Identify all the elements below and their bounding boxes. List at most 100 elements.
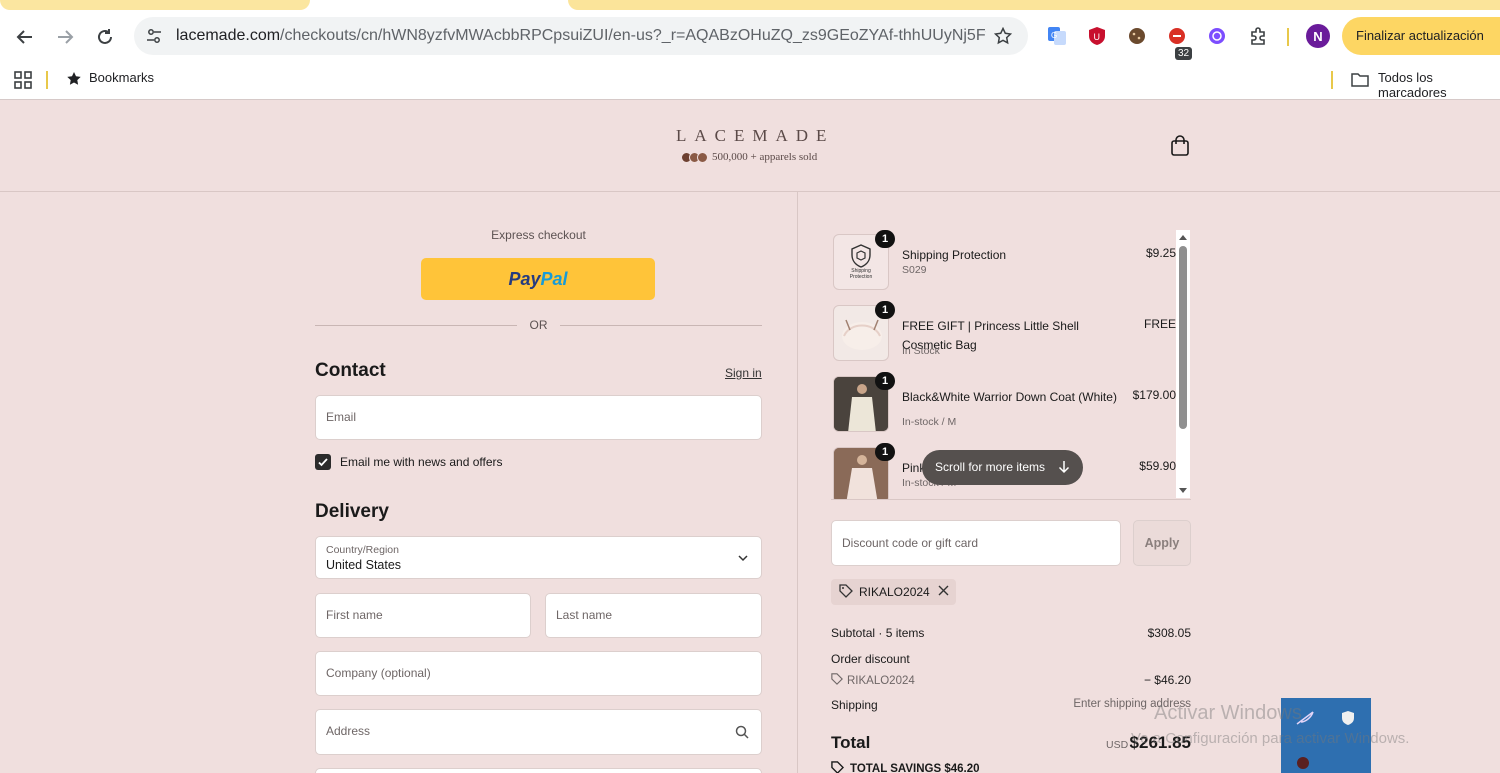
sign-in-link[interactable]: Sign in xyxy=(725,366,762,380)
paypal-pay-text: Pay xyxy=(508,268,541,289)
last-name-field[interactable]: Last name xyxy=(545,593,762,638)
all-bookmarks-label[interactable]: Todos los marcadores xyxy=(1378,70,1500,100)
country-select[interactable]: Country/Region United States xyxy=(315,536,762,579)
bookmarks-star-icon xyxy=(66,71,82,92)
paypal-button[interactable]: Pay Pal xyxy=(421,258,655,300)
address-field[interactable]: Address xyxy=(315,709,762,755)
folder-icon xyxy=(1351,72,1369,93)
bookmarks-separator-right xyxy=(1331,71,1333,89)
newsletter-checkbox[interactable] xyxy=(315,454,331,470)
browser-tab[interactable] xyxy=(0,0,310,10)
order-discount-label: Order discount xyxy=(831,652,910,666)
apps-grid-icon[interactable] xyxy=(14,71,32,94)
remove-code-close-icon[interactable] xyxy=(938,585,949,599)
store-logo[interactable]: LACEMADE xyxy=(676,126,834,146)
applied-code-text: RIKALO2024 xyxy=(859,585,930,599)
paypal-pal-text: Pal xyxy=(540,268,568,289)
email-field[interactable]: Email xyxy=(315,395,762,440)
windows-activation-title: Activar Windows xyxy=(1154,702,1302,724)
scroll-up-icon[interactable] xyxy=(1178,232,1188,242)
quantity-badge: 1 xyxy=(875,372,895,390)
country-label: Country/Region xyxy=(326,544,399,556)
bookmarks-bar: Bookmarks Todos los marcadores xyxy=(0,62,1500,100)
apply-discount-button[interactable]: Apply xyxy=(1133,520,1191,566)
address-placeholder: Address xyxy=(326,724,371,738)
search-icon xyxy=(735,725,749,744)
status-dot-icon xyxy=(1296,756,1310,773)
or-divider: OR xyxy=(315,318,762,332)
svg-text:U: U xyxy=(1094,32,1101,42)
discount-code-input[interactable]: Discount code or gift card xyxy=(831,520,1121,566)
express-checkout-label: Express checkout xyxy=(491,228,586,242)
toolbar-separator xyxy=(1287,28,1289,46)
adblock-extension-icon[interactable] xyxy=(1165,24,1189,48)
tag-icon xyxy=(831,673,843,688)
savings-text: TOTAL SAVINGS $46.20 xyxy=(850,763,980,773)
company-field[interactable]: Company (optional) xyxy=(315,651,762,696)
list-item: 1 Black&White Warrior Down Coat (White) … xyxy=(831,370,1176,434)
sold-text: 500,000 + apparels sold xyxy=(712,151,818,163)
item-price: FREE xyxy=(1143,317,1176,331)
discount-amount: − $46.20 xyxy=(1143,673,1191,687)
quantity-badge: 1 xyxy=(875,301,895,319)
last-name-placeholder: Last name xyxy=(556,608,613,622)
item-variant: In-stock / M xyxy=(902,416,957,428)
discount-placeholder: Discount code or gift card xyxy=(842,536,979,550)
chevron-down-icon xyxy=(737,551,749,569)
bookmark-star-icon[interactable] xyxy=(992,25,1014,47)
browser-tab-active[interactable] xyxy=(568,0,1500,10)
svg-text:G: G xyxy=(1051,31,1057,40)
scroll-hint-text: Scroll for more items xyxy=(935,460,1046,474)
order-discount-row: Order discount xyxy=(831,652,1191,666)
update-button[interactable]: Finalizar actualización xyxy=(1342,17,1500,55)
url-path: /checkouts/cn/hWN8yzfvMWAcbbRPCpsuiZUI/e… xyxy=(280,27,986,44)
scroll-down-icon[interactable] xyxy=(1178,486,1188,496)
translate-extension-icon[interactable]: G xyxy=(1045,24,1069,48)
tag-icon xyxy=(831,761,845,773)
tag-icon xyxy=(839,583,853,601)
shop-header: LACEMADE 500,000 + apparels sold xyxy=(0,100,1500,192)
items-scrollbar[interactable] xyxy=(1176,230,1190,498)
quantity-badge: 1 xyxy=(875,230,895,248)
customer-avatars xyxy=(681,151,708,163)
address-bar[interactable]: lacemade.com/checkouts/cn/hWN8yzfvMWAcbb… xyxy=(134,17,1028,55)
email-placeholder: Email xyxy=(326,410,357,424)
scrollbar-thumb[interactable] xyxy=(1179,246,1187,429)
extension-badge: 32 xyxy=(1175,47,1193,60)
profile-avatar[interactable]: N xyxy=(1306,24,1330,48)
shopping-bag-icon[interactable] xyxy=(1170,135,1192,157)
extensions-puzzle-icon[interactable] xyxy=(1246,24,1270,48)
discount-code-row: RIKALO2024 − $46.20 xyxy=(831,673,1191,688)
item-name: Shipping Protection xyxy=(902,248,1007,262)
discount-code-label: RIKALO2024 xyxy=(847,674,915,687)
subtotal-value: $308.05 xyxy=(1147,626,1191,640)
back-icon[interactable] xyxy=(12,24,38,50)
thumb-caption: Shipping Protection xyxy=(849,268,873,280)
ublock-extension-icon[interactable]: U xyxy=(1085,24,1109,48)
site-settings-icon[interactable] xyxy=(144,26,164,46)
item-variant: In Stock xyxy=(902,345,940,357)
reload-icon[interactable] xyxy=(92,24,118,50)
bookmarks-separator xyxy=(46,71,48,89)
scroll-more-items-button[interactable]: Scroll for more items xyxy=(922,450,1083,485)
shield-icon xyxy=(1341,710,1355,731)
social-proof: 500,000 + apparels sold xyxy=(681,151,817,163)
shipping-row: Shipping Enter shipping address xyxy=(831,698,1191,712)
item-name: Black&White Warrior Down Coat (White) xyxy=(902,390,1117,404)
purple-extension-icon[interactable] xyxy=(1205,24,1229,48)
subtotal-label: Subtotal · 5 items xyxy=(831,626,925,640)
column-divider xyxy=(797,192,798,773)
item-variant: S029 xyxy=(902,264,927,276)
applied-discount-tag: RIKALO2024 xyxy=(831,579,956,605)
total-currency: USD xyxy=(1106,739,1129,751)
forward-icon[interactable] xyxy=(52,24,78,50)
contact-heading: Contact xyxy=(315,360,386,381)
total-label: Total xyxy=(831,733,871,752)
country-value: United States xyxy=(326,558,402,572)
apartment-field[interactable] xyxy=(315,768,762,773)
newsletter-label[interactable]: Email me with news and offers xyxy=(340,455,503,469)
first-name-field[interactable]: First name xyxy=(315,593,531,638)
bookmarks-label[interactable]: Bookmarks xyxy=(89,70,154,85)
cookie-extension-icon[interactable] xyxy=(1125,24,1149,48)
url-text[interactable]: lacemade.com/checkouts/cn/hWN8yzfvMWAcbb… xyxy=(176,27,986,45)
